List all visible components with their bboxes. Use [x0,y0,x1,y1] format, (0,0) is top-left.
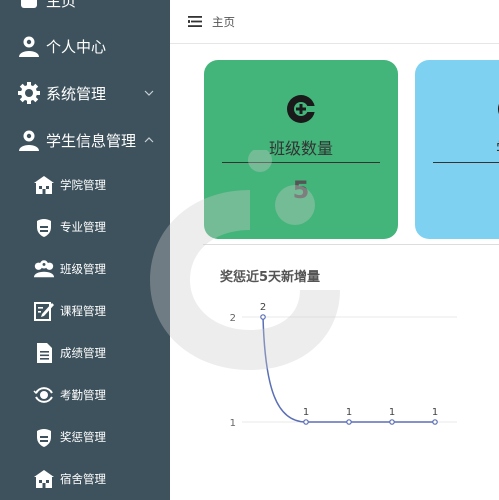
home-icon [16,0,42,13]
sidebar-subitem-attendance[interactable]: 考勤管理 [0,383,170,407]
shield-icon [33,216,55,238]
data-label: 1 [346,407,352,418]
sidebar-subitem-grades[interactable]: 成绩管理 [0,341,170,365]
sidebar-subitem-label: 成绩管理 [60,346,106,360]
eye-icon [33,384,55,406]
sidebar: 主页 个人中心 系统管理 学生信息管理 学院管理 专业管理 班级管理 课程管理 … [0,0,170,500]
sidebar-item-home[interactable]: 主页 [0,0,170,14]
top-header: 主页 [170,0,499,44]
sidebar-subitem-label: 奖惩管理 [60,430,106,444]
document-icon [33,342,55,364]
sidebar-subitem-label: 课程管理 [60,304,106,318]
sidebar-item-student-info[interactable]: 学生信息管理 [0,126,170,154]
group-icon [33,258,55,280]
cart-icon [287,95,317,123]
sidebar-subitem-label: 考勤管理 [60,388,106,402]
watermark-logo [150,150,340,370]
user-icon [16,33,42,59]
y-tick-label: 1 [230,418,236,429]
breadcrumb[interactable]: 主页 [212,14,235,30]
data-point[interactable] [346,419,352,425]
data-point[interactable] [432,419,438,425]
data-point[interactable] [303,419,309,425]
chevron-down-icon [144,90,154,96]
sidebar-subitem-class[interactable]: 班级管理 [0,257,170,281]
sidebar-subitem-label: 专业管理 [60,220,106,234]
sidebar-subitem-college[interactable]: 学院管理 [0,173,170,197]
shield-icon [33,426,55,448]
edit-icon [33,300,55,322]
sidebar-subitem-label: 学院管理 [60,178,106,192]
sidebar-item-label: 系统管理 [46,84,107,103]
gear-icon [16,80,42,106]
sidebar-subitem-course[interactable]: 课程管理 [0,299,170,323]
user-icon [16,127,42,153]
sidebar-subitem-rewards[interactable]: 奖惩管理 [0,425,170,449]
data-label: 1 [303,407,309,418]
sidebar-subitem-major[interactable]: 专业管理 [0,215,170,239]
stat-card-college[interactable]: 学院 [415,60,499,239]
sidebar-item-personal-center[interactable]: 个人中心 [0,32,170,60]
card-title: 学院 [415,135,499,159]
data-label: 1 [432,407,438,418]
school-icon [33,468,55,490]
chevron-up-icon [144,137,154,143]
sidebar-item-label: 主页 [46,0,77,10]
sidebar-subitem-label: 宿舍管理 [60,472,106,486]
sidebar-item-label: 学生信息管理 [46,131,137,150]
school-icon [33,174,55,196]
data-point[interactable] [389,419,395,425]
sidebar-subitem-label: 班级管理 [60,262,106,276]
menu-icon[interactable] [188,16,202,27]
sidebar-item-system-management[interactable]: 系统管理 [0,79,170,107]
sidebar-subitem-dormitory[interactable]: 宿舍管理 [0,467,170,491]
card-divider [433,162,499,163]
sidebar-item-label: 个人中心 [46,37,107,56]
data-label: 1 [389,407,395,418]
